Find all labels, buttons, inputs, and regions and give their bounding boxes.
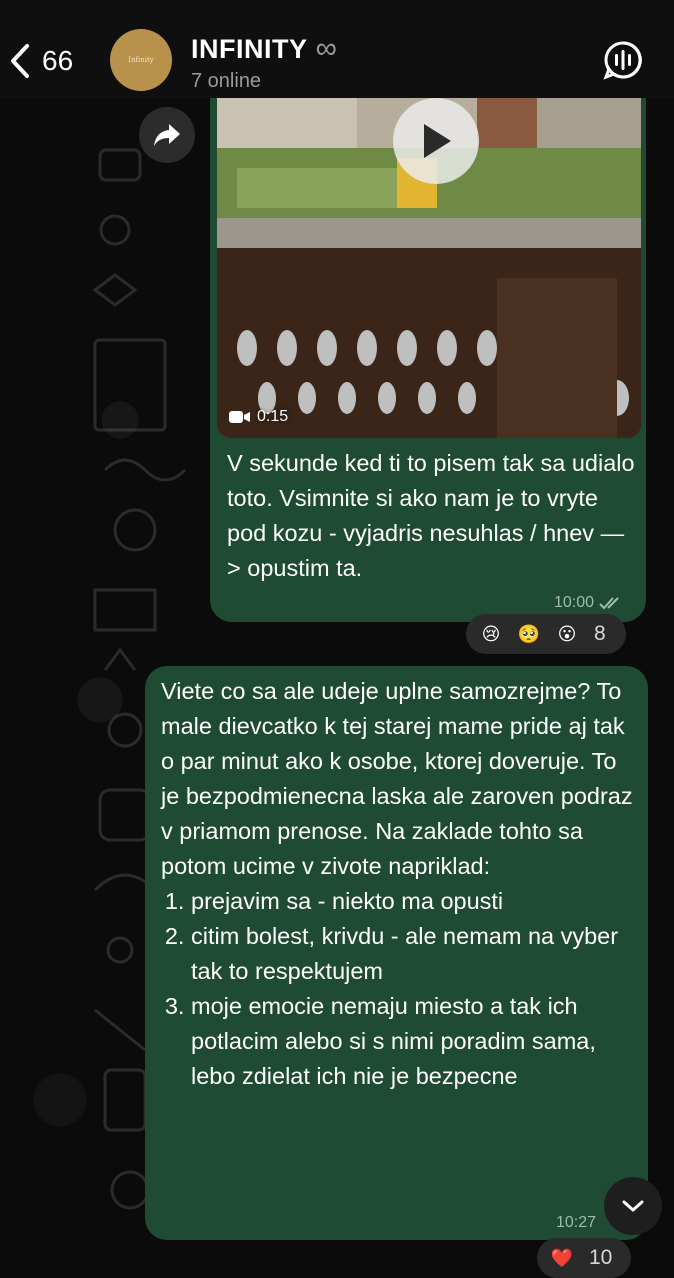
double-check-icon (599, 597, 619, 610)
message-time: 10:00 (554, 594, 624, 612)
list-item: moje emocie nemaju miesto a tak ich potl… (191, 989, 641, 1094)
list-item: prejavim sa - niekto ma opusti (191, 884, 641, 919)
forward-arrow-icon (154, 124, 180, 146)
chevron-down-icon (622, 1200, 644, 1212)
video-duration: 0:15 (229, 408, 288, 426)
crying-face-emoji[interactable]: 😢 (476, 619, 506, 649)
list-item: citim bolest, krivdu - ale nemam na vybe… (191, 919, 641, 989)
message-bubble-text[interactable]: Viete co sa ale udeje uplne samozrejme? … (145, 666, 648, 1240)
message-reactions[interactable]: ❤️ 10 (537, 1238, 631, 1278)
message-text: Viete co sa ale udeje uplne samozrejme? … (161, 674, 641, 1094)
group-avatar[interactable]: Infinity (110, 29, 172, 91)
chat-title: INFINITY ∞ (191, 32, 337, 66)
play-button[interactable] (393, 98, 479, 184)
message-text: V sekunde ked ti to pisem tak sa udialo … (227, 450, 635, 581)
forward-button[interactable] (139, 107, 195, 163)
message-reactions[interactable]: 😢 🥺 😮 8 (466, 614, 626, 654)
message-bubble-video[interactable]: 0:15 V sekunde ked ti to pisem tak sa ud… (210, 98, 646, 622)
reaction-count: 10 (589, 1246, 613, 1269)
pleading-face-emoji[interactable]: 🥺 (514, 619, 544, 649)
infinity-symbol: ∞ (315, 32, 338, 65)
avatar-logo-text: Infinity (128, 56, 154, 64)
scroll-down-button[interactable] (604, 1177, 662, 1235)
reaction-count: 8 (594, 622, 606, 645)
chevron-left-icon (11, 44, 29, 78)
voice-chat-icon[interactable] (603, 40, 643, 80)
heart-emoji[interactable]: ❤️ (547, 1243, 577, 1273)
chat-header: 66 Infinity INFINITY ∞ 7 online (0, 0, 674, 98)
unread-count: 66 (42, 45, 74, 76)
message-time: 10:27 (556, 1214, 596, 1232)
video-camera-icon (229, 411, 250, 423)
message-intro: Viete co sa ale udeje uplne samozrejme? … (161, 678, 633, 879)
video-thumbnail[interactable]: 0:15 (217, 98, 641, 438)
video-duration-text: 0:15 (257, 408, 289, 425)
back-button[interactable]: 66 (8, 38, 73, 84)
play-icon (424, 124, 451, 158)
chat-title-area[interactable]: INFINITY ∞ 7 online (191, 32, 337, 93)
message-list: prejavim sa - niekto ma opusti citim bol… (161, 884, 641, 1094)
chat-title-text: INFINITY (191, 33, 308, 64)
online-status: 7 online (191, 70, 262, 92)
message-time-text: 10:00 (554, 594, 595, 611)
message-time-text: 10:27 (556, 1214, 597, 1231)
surprised-face-emoji[interactable]: 😮 (552, 619, 582, 649)
